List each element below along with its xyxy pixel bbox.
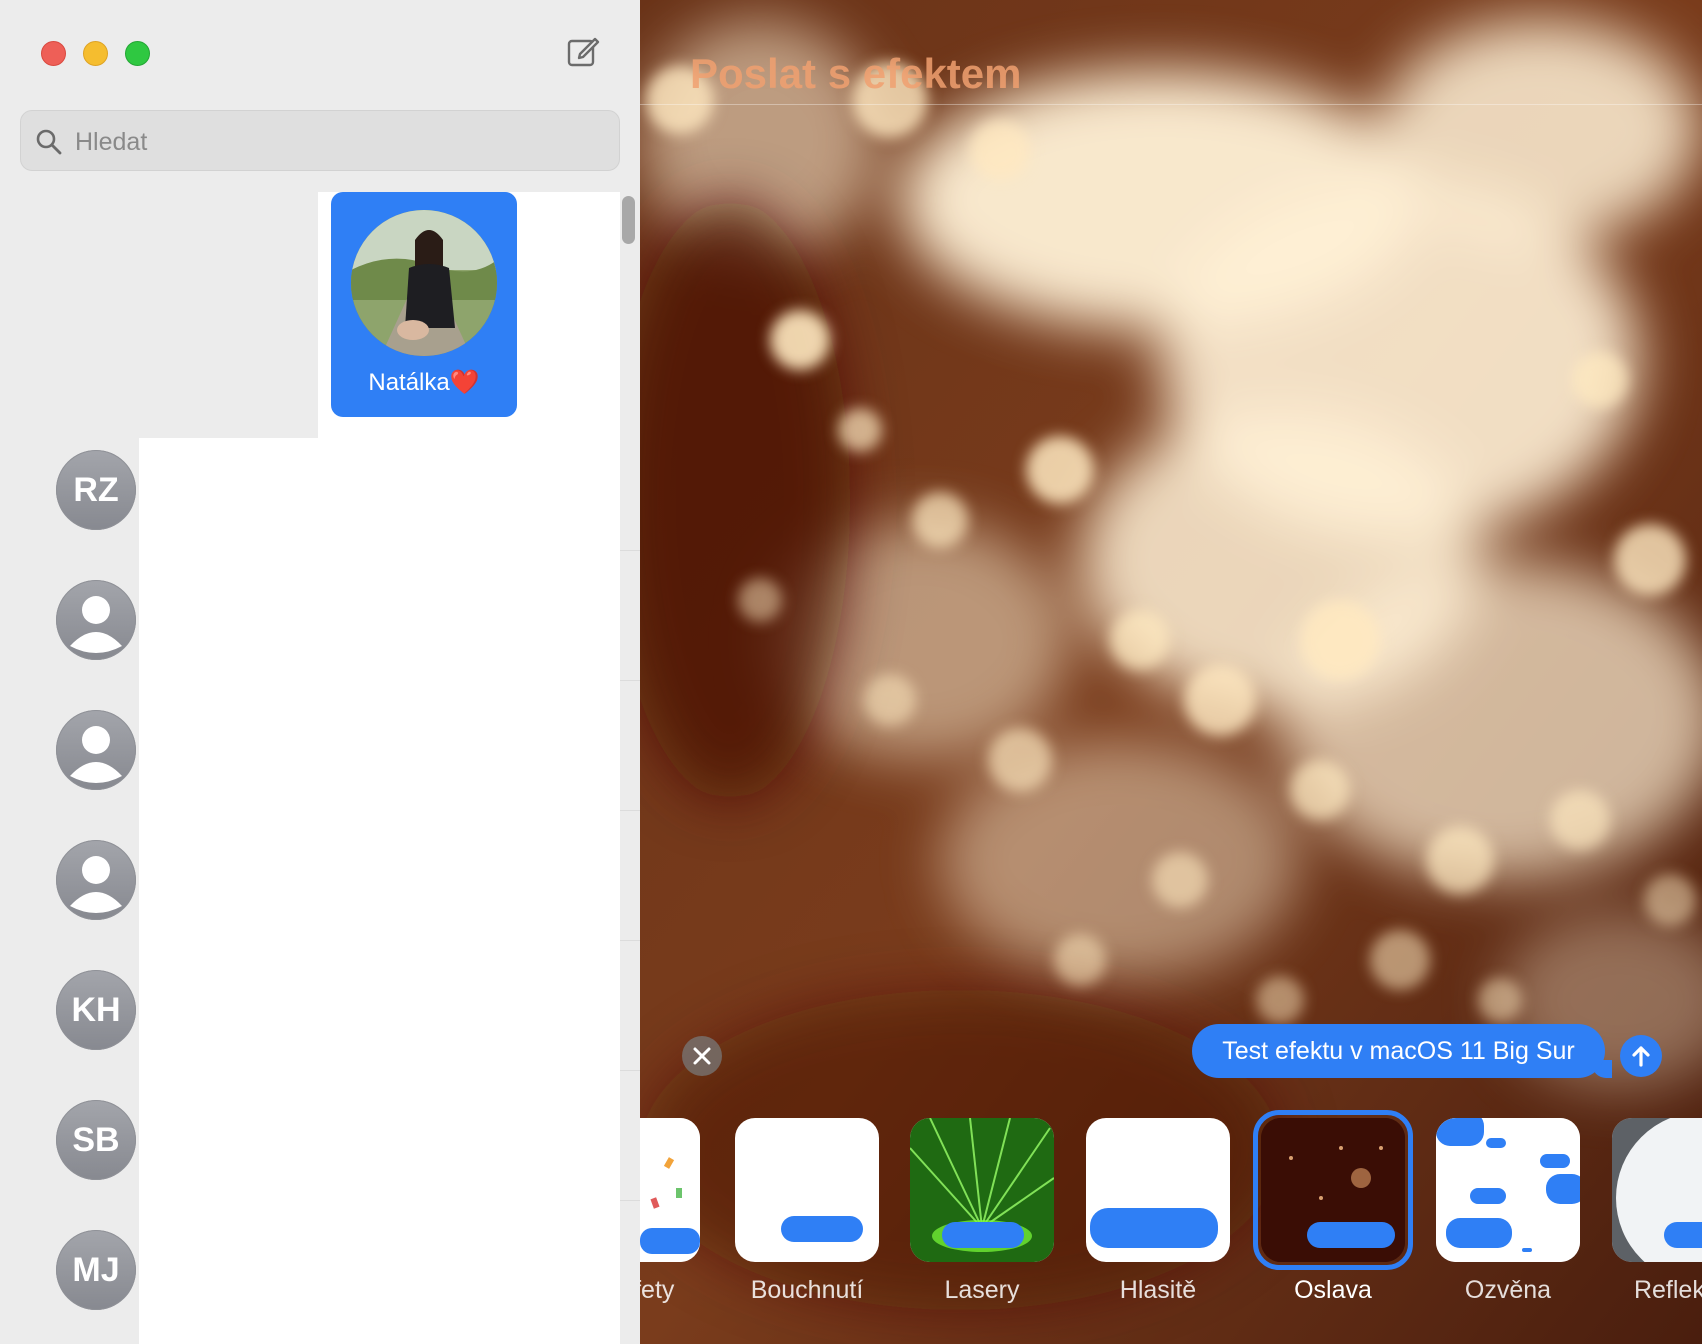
row-divider [620, 810, 640, 811]
effect-label-selected: Oslava [1294, 1276, 1372, 1304]
effect-preview: Poslat s efektem Test efektu v macOS 11 … [640, 0, 1702, 1344]
avatar[interactable] [56, 580, 136, 660]
avatar[interactable]: MJ [56, 1230, 136, 1310]
row-divider [620, 680, 640, 681]
avatar[interactable] [56, 710, 136, 790]
compose-icon[interactable] [566, 34, 600, 68]
contact-photo [351, 210, 497, 356]
effect-label: Reflektor [1633, 1276, 1702, 1304]
pinned-contact-name: Natálka❤️ [368, 369, 480, 396]
effect-label: Lasery [944, 1276, 1020, 1304]
row-divider [620, 550, 640, 551]
bubble-shape [781, 1216, 863, 1242]
pinned-conversation[interactable]: Natálka❤️ [331, 192, 517, 417]
arrow-up-icon [1632, 1046, 1650, 1067]
avatar-initials: MJ [72, 1250, 120, 1289]
pinned-area [139, 192, 318, 438]
search-icon [36, 129, 62, 155]
effect-thumb-confetti[interactable] [640, 1118, 700, 1262]
message-bubble: Test efektu v macOS 11 Big Sur [1192, 1024, 1605, 1078]
row-divider [620, 940, 640, 941]
effect-thumb-slam[interactable] [735, 1118, 879, 1262]
selected-effect-ring [1253, 1110, 1413, 1270]
search-field[interactable] [20, 110, 620, 171]
bubble-shape [1090, 1208, 1218, 1248]
effect-label: Hlasitě [1119, 1276, 1197, 1304]
person-icon [70, 596, 122, 653]
zoom-window-button[interactable] [125, 41, 150, 66]
effect-thumb-loud[interactable] [1086, 1118, 1230, 1262]
avatar[interactable]: SB [56, 1100, 136, 1180]
effect-label: Bouchnutí [750, 1276, 864, 1304]
avatar[interactable]: KH [56, 970, 136, 1050]
search-input[interactable] [73, 119, 607, 165]
person-icon [70, 726, 122, 783]
title-separator [640, 104, 1702, 105]
minimize-window-button[interactable] [83, 41, 108, 66]
avatar[interactable] [56, 840, 136, 920]
person-icon [70, 856, 122, 913]
avatar[interactable]: RZ [56, 450, 136, 530]
effect-thumb-echo[interactable] [1436, 1118, 1580, 1262]
row-divider [620, 1070, 640, 1071]
effect-label: Ozvěna [1464, 1276, 1552, 1304]
cancel-effect-button[interactable] [682, 1036, 722, 1076]
avatar-initials: RZ [73, 470, 119, 509]
effect-thumb-spotlight[interactable] [1612, 1118, 1702, 1262]
window-controls [41, 41, 150, 66]
effect-panel-title: Poslat s efektem [690, 50, 1022, 97]
scrollbar-thumb[interactable] [622, 196, 635, 244]
sidebar: Natálka❤️ RZ KH SB MJ [0, 0, 640, 1344]
avatar-initials: SB [72, 1120, 120, 1159]
effect-thumb-lasers[interactable] [910, 1118, 1054, 1262]
avatar-initials: KH [71, 990, 121, 1029]
close-window-button[interactable] [41, 41, 66, 66]
row-divider [620, 1200, 640, 1201]
send-button[interactable] [1620, 1035, 1662, 1077]
close-icon [693, 1047, 711, 1065]
